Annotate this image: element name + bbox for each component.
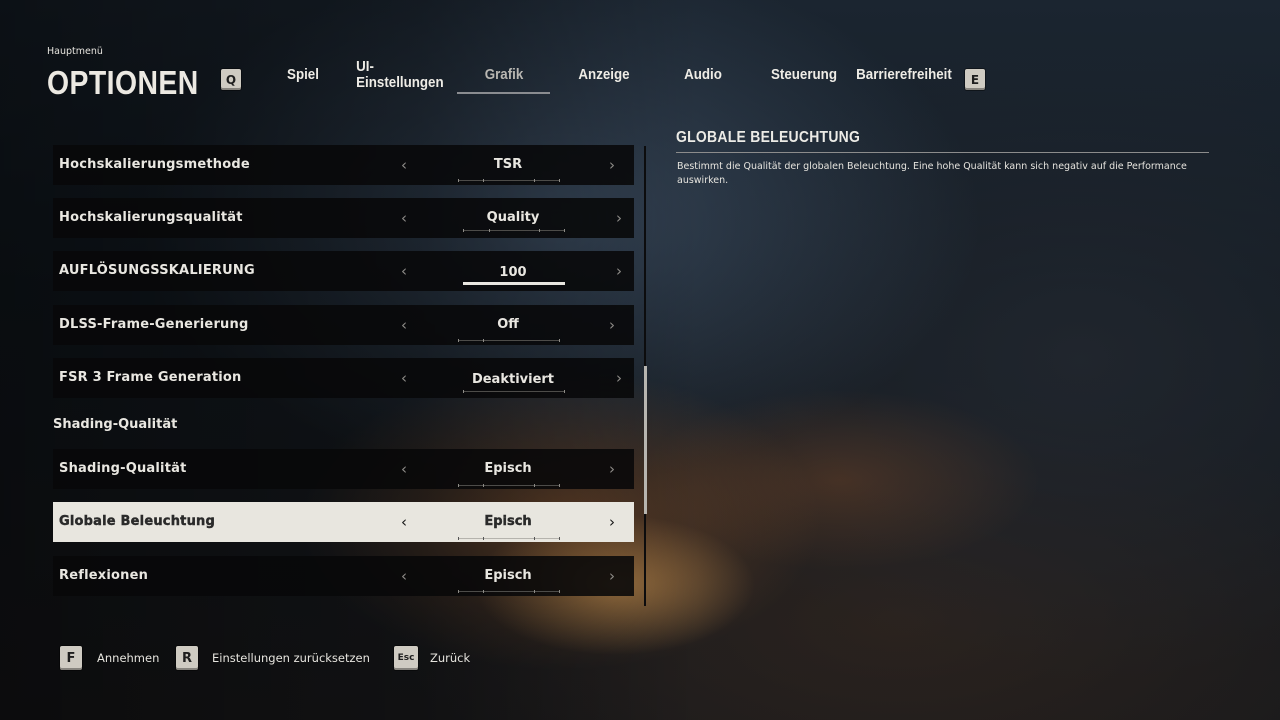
option-tick [483, 339, 484, 342]
option-tick [458, 590, 459, 593]
setting-row-dlss-frame-generierung[interactable]: DLSS-Frame-Generierung ‹ Off › [53, 305, 634, 345]
tab-steuerung[interactable]: Steuerung [769, 64, 839, 86]
setting-label: Hochskalierungsmethode [59, 157, 250, 172]
option-tick [463, 229, 464, 232]
info-divider [676, 152, 1209, 153]
option-tick [534, 590, 535, 593]
info-title: GLOBALE BELEUCHTUNG [676, 129, 861, 146]
arrow-left-icon[interactable]: ‹ [401, 198, 407, 238]
next-tab-key[interactable]: E [965, 69, 985, 90]
setting-value: TSR [493, 157, 523, 172]
setting-value: Episch [484, 568, 532, 583]
option-tick [489, 229, 490, 232]
info-description: Bestimmt die Qualität der globalen Beleu… [677, 161, 1187, 186]
arrow-right-icon[interactable]: › [609, 305, 615, 345]
option-track [463, 230, 565, 231]
option-tick [559, 484, 560, 487]
option-tick [534, 179, 535, 182]
option-track [458, 485, 560, 486]
arrow-left-icon[interactable]: ‹ [401, 358, 407, 398]
setting-row-hochskalierungsmethode[interactable]: Hochskalierungsmethode ‹ TSR › [53, 145, 634, 185]
slider-value: 100 [499, 265, 527, 280]
setting-label: AUFLÖSUNGSSKALIERUNG [59, 263, 255, 278]
arrow-left-icon[interactable]: ‹ [401, 502, 407, 542]
tab-anzeige[interactable]: Anzeige [571, 64, 637, 86]
setting-row-shading-qualitaet[interactable]: Shading-Qualität ‹ Episch › [53, 449, 634, 489]
option-tick [483, 179, 484, 182]
section-heading-shading: Shading-Qualität [53, 417, 178, 432]
option-tick [564, 390, 565, 393]
option-tick [559, 537, 560, 540]
setting-value: Quality [486, 210, 540, 225]
arrow-right-icon[interactable]: › [616, 358, 622, 398]
option-track [463, 391, 565, 392]
setting-value: Episch [484, 461, 532, 476]
setting-label: Shading-Qualität [59, 461, 187, 476]
breadcrumb[interactable]: Hauptmenü [47, 46, 103, 57]
option-tick [534, 537, 535, 540]
option-tick [483, 590, 484, 593]
back-button[interactable]: Zurück [430, 651, 470, 665]
option-tick [559, 590, 560, 593]
option-tick [559, 339, 560, 342]
setting-row-reflexionen[interactable]: Reflexionen ‹ Episch › [53, 556, 634, 596]
prev-tab-key[interactable]: Q [221, 69, 241, 90]
option-track [458, 591, 560, 592]
arrow-right-icon[interactable]: › [616, 251, 622, 291]
option-track [458, 538, 560, 539]
tab-barrierefreiheit[interactable]: Barrierefreiheit [856, 64, 952, 86]
option-tick [458, 484, 459, 487]
arrow-right-icon[interactable]: › [609, 145, 615, 185]
option-tick [463, 390, 464, 393]
tab-spiel[interactable]: Spiel [280, 64, 326, 86]
option-tick [458, 339, 459, 342]
arrow-right-icon[interactable]: › [609, 502, 615, 542]
setting-label: DLSS-Frame-Generierung [59, 317, 249, 332]
setting-row-fsr3-frame-generation[interactable]: FSR 3 Frame Generation ‹ Deaktiviert › [53, 358, 634, 398]
setting-value: Episch [484, 514, 532, 529]
tab-ui-einstellungen[interactable]: UI-Einstellungen [356, 59, 452, 91]
arrow-left-icon[interactable]: ‹ [401, 449, 407, 489]
arrow-right-icon[interactable]: › [609, 449, 615, 489]
reset-key[interactable]: R [176, 646, 198, 670]
arrow-left-icon[interactable]: ‹ [401, 556, 407, 596]
setting-label: Globale Beleuchtung [59, 514, 215, 529]
setting-row-hochskalierungsqualitaet[interactable]: Hochskalierungsqualität ‹ Quality › [53, 198, 634, 238]
option-track [458, 180, 560, 181]
arrow-left-icon[interactable]: ‹ [401, 305, 407, 345]
arrow-right-icon[interactable]: › [609, 556, 615, 596]
setting-row-aufloesungsskalierung[interactable]: AUFLÖSUNGSSKALIERUNG ‹ 100 › [53, 251, 634, 291]
option-tick [534, 484, 535, 487]
tab-audio[interactable]: Audio [676, 64, 729, 86]
option-tick [483, 484, 484, 487]
setting-value: Off [497, 317, 519, 332]
option-tick [564, 229, 565, 232]
option-tick [483, 537, 484, 540]
page-title: OPTIONEN [47, 64, 199, 101]
arrow-left-icon[interactable]: ‹ [401, 145, 407, 185]
setting-row-globale-beleuchtung[interactable]: Globale Beleuchtung ‹ Episch › [53, 502, 634, 542]
reset-settings-button[interactable]: Einstellungen zurücksetzen [212, 651, 370, 665]
accept-key[interactable]: F [60, 646, 82, 670]
back-key[interactable]: Esc [394, 646, 418, 670]
option-tick [539, 229, 540, 232]
arrow-left-icon[interactable]: ‹ [401, 251, 407, 291]
setting-value: Deaktiviert [471, 372, 555, 387]
accept-button[interactable]: Annehmen [97, 651, 159, 665]
scrollbar-thumb[interactable] [644, 366, 647, 514]
setting-label: Reflexionen [59, 568, 149, 583]
resolution-slider[interactable] [463, 282, 565, 285]
active-tab-indicator [457, 92, 550, 94]
option-track [458, 340, 560, 341]
option-tick [458, 179, 459, 182]
setting-label: FSR 3 Frame Generation [59, 370, 242, 385]
arrow-right-icon[interactable]: › [616, 198, 622, 238]
option-tick [559, 179, 560, 182]
tab-grafik[interactable]: Grafik [467, 64, 541, 86]
option-tick [458, 537, 459, 540]
setting-label: Hochskalierungsqualität [59, 210, 243, 225]
